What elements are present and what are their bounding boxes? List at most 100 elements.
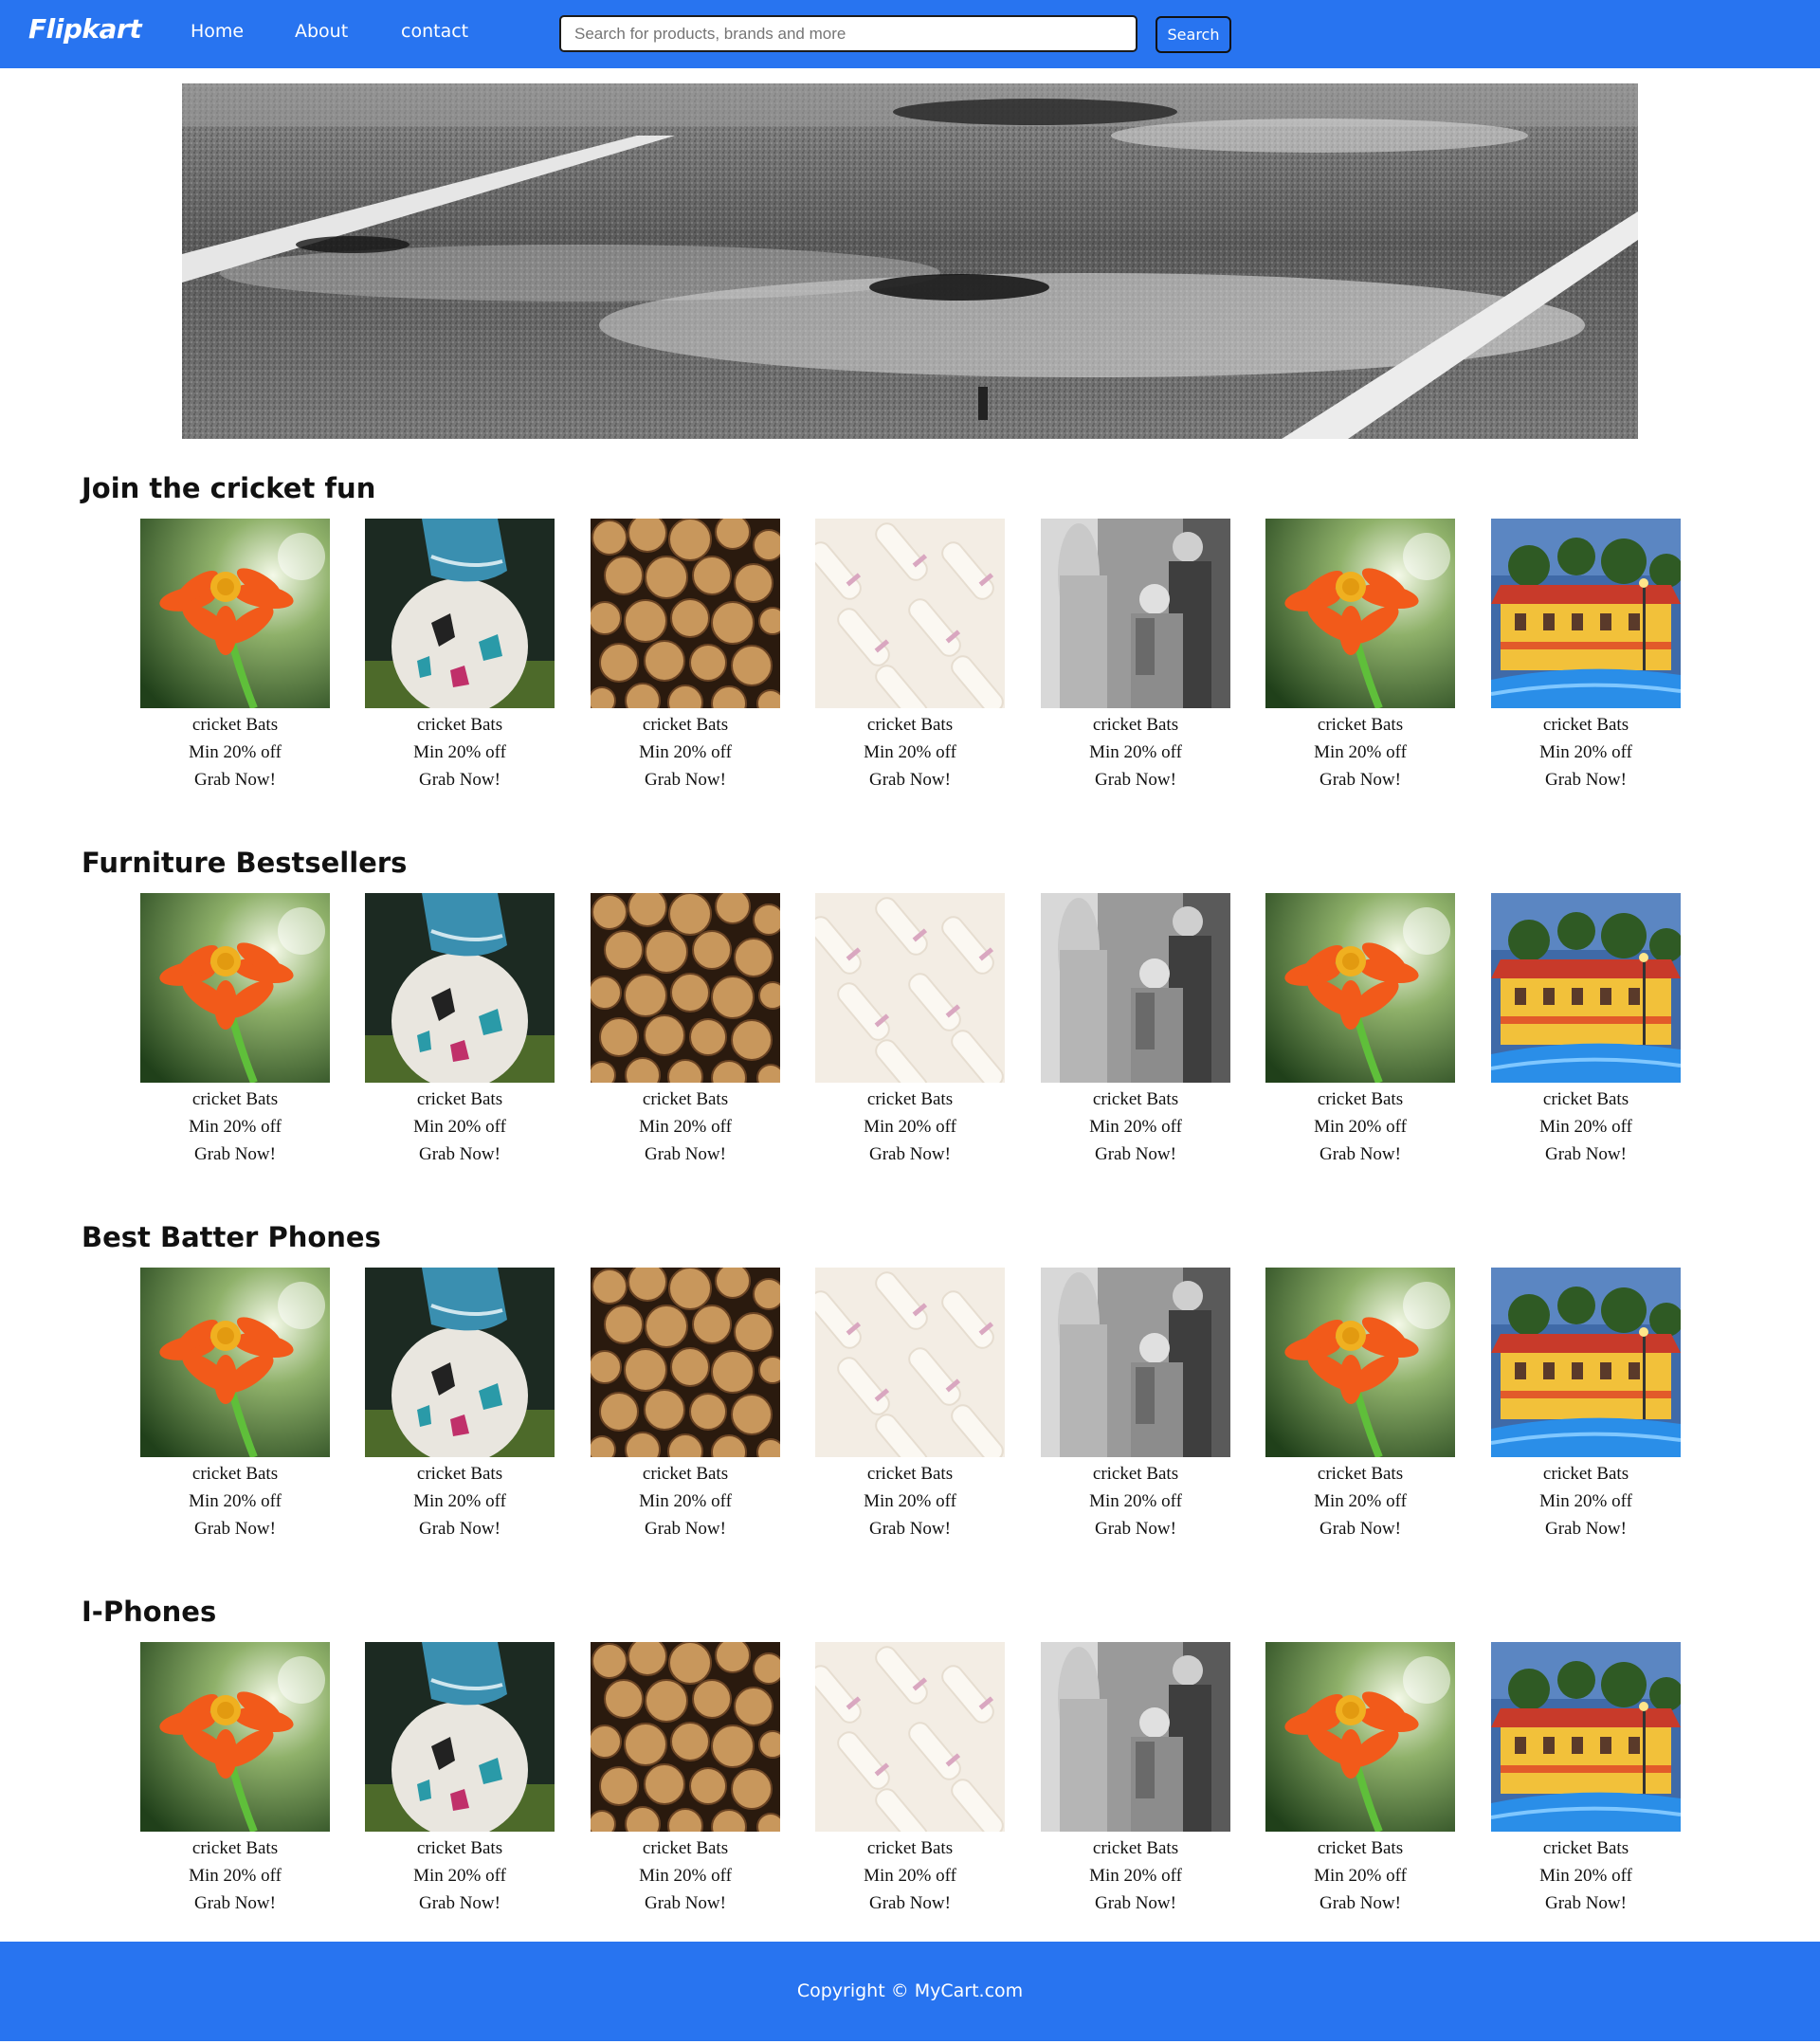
product-image[interactable] <box>140 1642 330 1832</box>
product-card[interactable]: cricket Bats Min 20% off Grab Now! <box>365 1642 555 1917</box>
product-image[interactable] <box>1491 893 1681 1083</box>
product-discount: Min 20% off <box>1089 1866 1182 1886</box>
product-discount: Min 20% off <box>864 1491 956 1511</box>
product-name: cricket Bats <box>866 1464 954 1484</box>
product-cta: Grab Now! <box>418 1144 500 1164</box>
product-cta: Grab Now! <box>1094 1144 1176 1164</box>
product-discount: Min 20% off <box>639 1117 732 1137</box>
product-section: Furniture Bestsellers cricket Bats Min 20… <box>0 847 1820 1221</box>
product-card[interactable]: cricket Bats Min 20% off Grab Now! <box>591 1642 780 1917</box>
product-image[interactable] <box>1265 893 1455 1083</box>
product-discount: Min 20% off <box>1089 1117 1182 1137</box>
product-name: cricket Bats <box>1542 1464 1629 1484</box>
product-section: I-Phones cricket Bats Min 20% off Grab Now… <box>0 1596 1820 1970</box>
product-image[interactable] <box>815 519 1005 708</box>
product-discount: Min 20% off <box>1539 1866 1632 1886</box>
product-name: cricket Bats <box>191 1464 279 1484</box>
product-card[interactable]: cricket Bats Min 20% off Grab Now! <box>365 1268 555 1542</box>
product-card[interactable]: cricket Bats Min 20% off Grab Now! <box>1265 519 1455 794</box>
product-image[interactable] <box>1265 519 1455 708</box>
product-image[interactable] <box>815 893 1005 1083</box>
product-name: cricket Bats <box>642 1089 729 1109</box>
product-card[interactable]: cricket Bats Min 20% off Grab Now! <box>140 893 330 1168</box>
product-cta: Grab Now! <box>1319 1893 1401 1913</box>
product-card[interactable]: cricket Bats Min 20% off Grab Now! <box>365 893 555 1168</box>
product-discount: Min 20% off <box>1314 1866 1407 1886</box>
product-cta: Grab Now! <box>1094 770 1176 790</box>
search-button[interactable]: Search <box>1156 16 1231 53</box>
product-image[interactable] <box>591 519 780 708</box>
product-name: cricket Bats <box>642 1464 729 1484</box>
product-discount: Min 20% off <box>639 742 732 762</box>
product-name: cricket Bats <box>416 1464 503 1484</box>
product-card[interactable]: cricket Bats Min 20% off Grab Now! <box>140 1642 330 1917</box>
product-card[interactable]: cricket Bats Min 20% off Grab Now! <box>1265 893 1455 1168</box>
product-card[interactable]: cricket Bats Min 20% off Grab Now! <box>815 1642 1005 1917</box>
product-image[interactable] <box>1041 519 1230 708</box>
product-card[interactable]: cricket Bats Min 20% off Grab Now! <box>1041 893 1230 1168</box>
product-card[interactable]: cricket Bats Min 20% off Grab Now! <box>815 1268 1005 1542</box>
product-discount: Min 20% off <box>413 1117 506 1137</box>
product-discount: Min 20% off <box>639 1866 732 1886</box>
product-image[interactable] <box>1491 519 1681 708</box>
product-name: cricket Bats <box>416 715 503 735</box>
product-card[interactable]: cricket Bats Min 20% off Grab Now! <box>365 519 555 794</box>
nav-link-home[interactable]: Home <box>191 21 244 42</box>
product-discount: Min 20% off <box>864 1117 956 1137</box>
product-card[interactable]: cricket Bats Min 20% off Grab Now! <box>591 893 780 1168</box>
product-image[interactable] <box>140 893 330 1083</box>
product-image[interactable] <box>1491 1268 1681 1457</box>
product-cta: Grab Now! <box>1544 1893 1627 1913</box>
section-title: Furniture Bestsellers <box>82 847 408 879</box>
product-card[interactable]: cricket Bats Min 20% off Grab Now! <box>1041 1268 1230 1542</box>
product-card[interactable]: cricket Bats Min 20% off Grab Now! <box>815 519 1005 794</box>
nav-link-contact[interactable]: contact <box>401 21 468 42</box>
product-card[interactable]: cricket Bats Min 20% off Grab Now! <box>591 1268 780 1542</box>
product-discount: Min 20% off <box>864 1866 956 1886</box>
product-cta: Grab Now! <box>868 770 951 790</box>
product-image[interactable] <box>815 1642 1005 1832</box>
product-card[interactable]: cricket Bats Min 20% off Grab Now! <box>140 519 330 794</box>
product-image[interactable] <box>365 893 555 1083</box>
product-card[interactable]: cricket Bats Min 20% off Grab Now! <box>1041 519 1230 794</box>
footer-copyright: Copyright © MyCart.com <box>796 1980 1024 2001</box>
product-card[interactable]: cricket Bats Min 20% off Grab Now! <box>1041 1642 1230 1917</box>
product-image[interactable] <box>591 1268 780 1457</box>
search-input[interactable] <box>559 15 1138 52</box>
product-cta: Grab Now! <box>418 770 500 790</box>
brand-logo[interactable]: Flipkart <box>28 13 142 45</box>
product-name: cricket Bats <box>1542 715 1629 735</box>
product-card[interactable]: cricket Bats Min 20% off Grab Now! <box>1491 893 1681 1168</box>
product-cta: Grab Now! <box>868 1893 951 1913</box>
product-image[interactable] <box>365 1642 555 1832</box>
product-card[interactable]: cricket Bats Min 20% off Grab Now! <box>1265 1642 1455 1917</box>
product-name: cricket Bats <box>191 1838 279 1858</box>
product-image[interactable] <box>140 519 330 708</box>
product-cta: Grab Now! <box>418 1893 500 1913</box>
product-card[interactable]: cricket Bats Min 20% off Grab Now! <box>1265 1268 1455 1542</box>
product-image[interactable] <box>815 1268 1005 1457</box>
product-image[interactable] <box>591 1642 780 1832</box>
product-card[interactable]: cricket Bats Min 20% off Grab Now! <box>815 893 1005 1168</box>
product-name: cricket Bats <box>416 1089 503 1109</box>
product-image[interactable] <box>1041 1642 1230 1832</box>
product-image[interactable] <box>1265 1268 1455 1457</box>
nav-link-about[interactable]: About <box>295 21 348 42</box>
product-discount: Min 20% off <box>189 1491 282 1511</box>
product-image[interactable] <box>365 519 555 708</box>
product-image[interactable] <box>1491 1642 1681 1832</box>
product-image[interactable] <box>1265 1642 1455 1832</box>
product-image[interactable] <box>1041 1268 1230 1457</box>
product-image[interactable] <box>365 1268 555 1457</box>
product-name: cricket Bats <box>191 715 279 735</box>
product-card[interactable]: cricket Bats Min 20% off Grab Now! <box>1491 519 1681 794</box>
product-image[interactable] <box>591 893 780 1083</box>
product-name: cricket Bats <box>1542 1089 1629 1109</box>
product-image[interactable] <box>1041 893 1230 1083</box>
product-card[interactable]: cricket Bats Min 20% off Grab Now! <box>1491 1642 1681 1917</box>
product-image[interactable] <box>140 1268 330 1457</box>
product-card[interactable]: cricket Bats Min 20% off Grab Now! <box>1491 1268 1681 1542</box>
product-card[interactable]: cricket Bats Min 20% off Grab Now! <box>140 1268 330 1542</box>
product-card[interactable]: cricket Bats Min 20% off Grab Now! <box>591 519 780 794</box>
product-cta: Grab Now! <box>1319 1144 1401 1164</box>
